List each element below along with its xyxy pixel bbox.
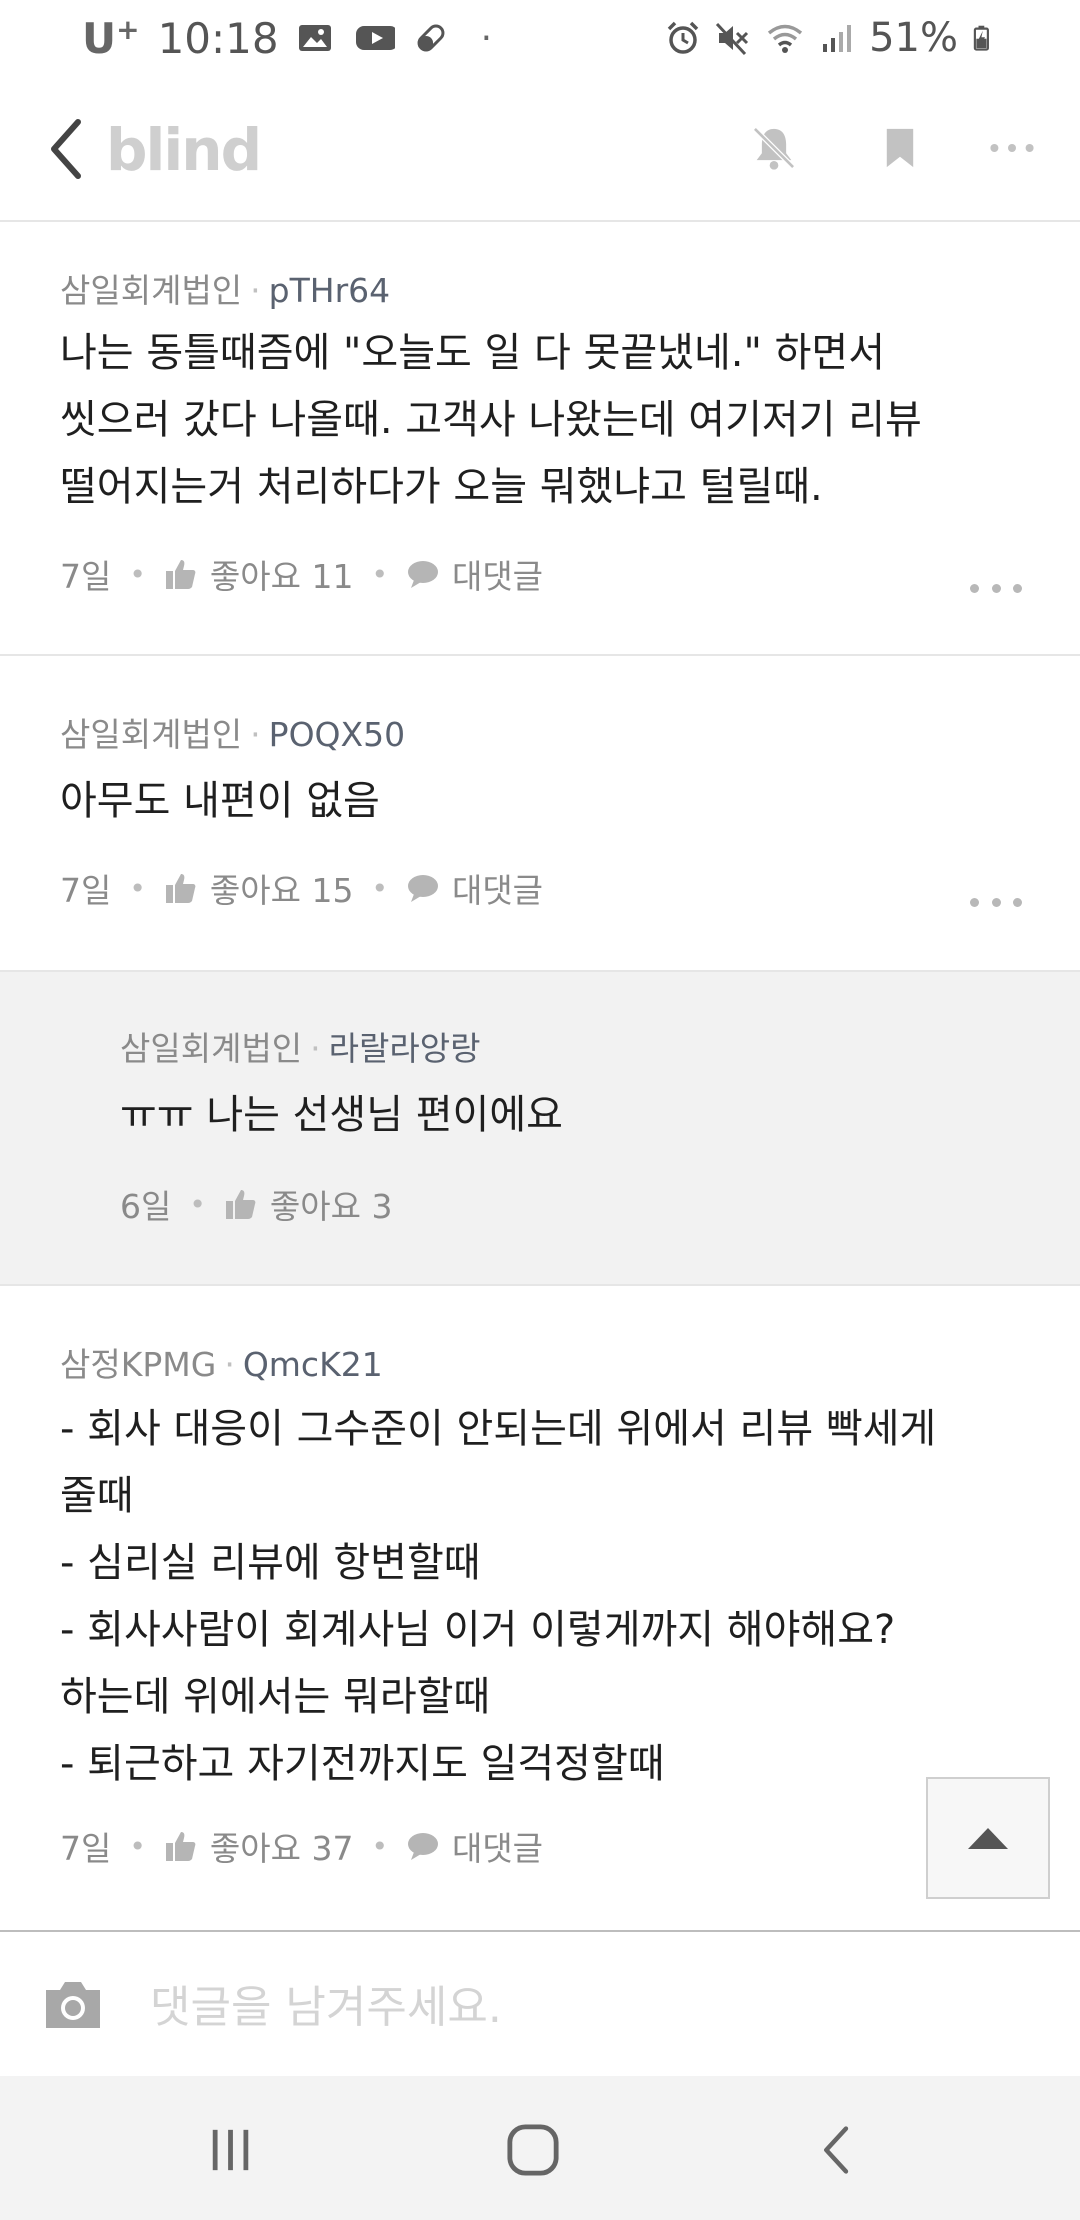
comment-footer: 7일 • 좋아요 37 • 대댓글 xyxy=(60,1822,543,1870)
comment-author: 삼정KPMG · QmcK21 xyxy=(60,1345,383,1384)
home-icon[interactable] xyxy=(498,2120,568,2180)
wifi-icon xyxy=(767,24,803,53)
comment-time: 7일 xyxy=(60,1829,112,1868)
company-name: 삼일회계법인 xyxy=(60,715,243,754)
comment-footer: 7일 • 좋아요 15 • 대댓글 xyxy=(60,864,543,912)
status-bar: U+ 10:18 · 51% xyxy=(0,0,1080,76)
nickname: POQX50 xyxy=(268,715,406,754)
nickname: pTHr64 xyxy=(268,271,391,310)
reply-label: 대댓글 xyxy=(451,1829,544,1868)
like-button[interactable]: 좋아요 11 xyxy=(164,550,354,598)
system-nav-bar xyxy=(0,2076,1080,2220)
comment-item: 삼일회계법인 · pTHr64 나는 동틀때즘에 "오늘도 일 다 못끝냈네." 하… xyxy=(0,222,1080,656)
mute-icon xyxy=(715,22,749,56)
comment-item: 삼일회계법인 · POQX50 아무도 내편이 없음 7일 • 좋아요 15 • 대… xyxy=(0,656,1080,972)
scroll-to-top-button[interactable] xyxy=(926,1777,1050,1899)
carrier-label: U+ xyxy=(82,13,140,63)
reply-button[interactable]: 대댓글 xyxy=(406,550,543,598)
comment-text: ㅠㅠ 나는 선생님 편이에요 xyxy=(120,1092,563,1138)
comment-footer: 6일 • 좋아요 3 xyxy=(120,1180,392,1228)
status-time: 10:18 xyxy=(157,13,279,63)
comment-item: 삼정KPMG · QmcK21 - 회사 대응이 그수준이 안되는데 위에서 리뷰 … xyxy=(0,1286,1080,1930)
comment-time: 6일 xyxy=(120,1187,172,1226)
comment-time: 7일 xyxy=(60,557,112,596)
reply-label: 대댓글 xyxy=(451,557,544,596)
comment-author: 삼일회계법인 · pTHr64 xyxy=(60,271,391,310)
bookmark-icon[interactable] xyxy=(870,118,930,178)
comment-text: 나는 동틀때즘에 "오늘도 일 다 못끝냈네." 하면서 씻으러 갔다 나올때.… xyxy=(60,330,922,510)
like-count: 좋아요 11 xyxy=(209,557,354,596)
like-button[interactable]: 좋아요 37 xyxy=(164,1822,354,1870)
app-header: blind xyxy=(0,76,1080,222)
like-count: 좋아요 15 xyxy=(209,871,354,910)
back-nav-icon[interactable] xyxy=(802,2120,872,2180)
caret-up-icon xyxy=(968,1828,1008,1849)
speech-bubble-icon xyxy=(407,1833,438,1860)
nickname: 라랄라앙랑 xyxy=(328,1029,481,1068)
recent-apps-icon[interactable] xyxy=(196,2120,266,2180)
comment-text: - 회사 대응이 그수준이 안되는데 위에서 리뷰 빡세게 줄때 - 심리실 리… xyxy=(60,1406,937,1787)
speech-bubble-icon xyxy=(407,875,438,902)
notification-dot: · xyxy=(480,17,493,59)
gallery-icon xyxy=(298,25,331,51)
speech-bubble-icon xyxy=(407,561,438,588)
battery-charging-icon xyxy=(973,25,989,51)
comment-time: 7일 xyxy=(60,871,112,910)
youtube-icon xyxy=(355,26,395,50)
comment-more-icon[interactable] xyxy=(970,894,1022,910)
bell-off-icon[interactable] xyxy=(744,118,804,178)
like-button[interactable]: 좋아요 15 xyxy=(164,864,354,912)
back-chevron-icon[interactable] xyxy=(44,116,88,182)
thumbs-up-icon xyxy=(165,874,196,903)
comment-author: 삼일회계법인 · 라랄라앙랑 xyxy=(120,1029,481,1068)
like-button[interactable]: 좋아요 3 xyxy=(224,1180,393,1228)
reply-button[interactable]: 대댓글 xyxy=(406,1822,543,1870)
reply-item: 삼일회계법인 · 라랄라앙랑 ㅠㅠ 나는 선생님 편이에요 6일 • 좋아요 3 xyxy=(0,972,1080,1286)
app-logo: blind xyxy=(106,116,262,184)
comment-input[interactable] xyxy=(150,1972,1010,2042)
like-count: 좋아요 3 xyxy=(269,1187,393,1226)
reply-button[interactable]: 대댓글 xyxy=(406,864,543,912)
more-icon[interactable] xyxy=(982,118,1042,178)
company-name: 삼일회계법인 xyxy=(120,1029,303,1068)
company-name: 삼정KPMG xyxy=(60,1345,217,1384)
nickname: QmcK21 xyxy=(242,1345,383,1384)
like-count: 좋아요 37 xyxy=(209,1829,354,1868)
company-name: 삼일회계법인 xyxy=(60,271,243,310)
battery-percentage: 51% xyxy=(869,15,958,61)
thumbs-up-icon xyxy=(225,1190,256,1219)
comment-footer: 7일 • 좋아요 11 • 대댓글 xyxy=(60,550,543,598)
alarm-icon xyxy=(667,21,699,54)
comment-composer xyxy=(0,1930,1080,2076)
camera-icon[interactable] xyxy=(42,1978,104,2032)
thumbs-up-icon xyxy=(165,1832,196,1861)
comment-text: 아무도 내편이 없음 xyxy=(60,778,380,824)
pill-icon xyxy=(417,24,445,52)
comment-more-icon[interactable] xyxy=(970,580,1022,596)
thumbs-up-icon xyxy=(165,560,196,589)
signal-icon xyxy=(823,25,852,52)
reply-label: 대댓글 xyxy=(451,871,544,910)
comment-author: 삼일회계법인 · POQX50 xyxy=(60,715,406,754)
